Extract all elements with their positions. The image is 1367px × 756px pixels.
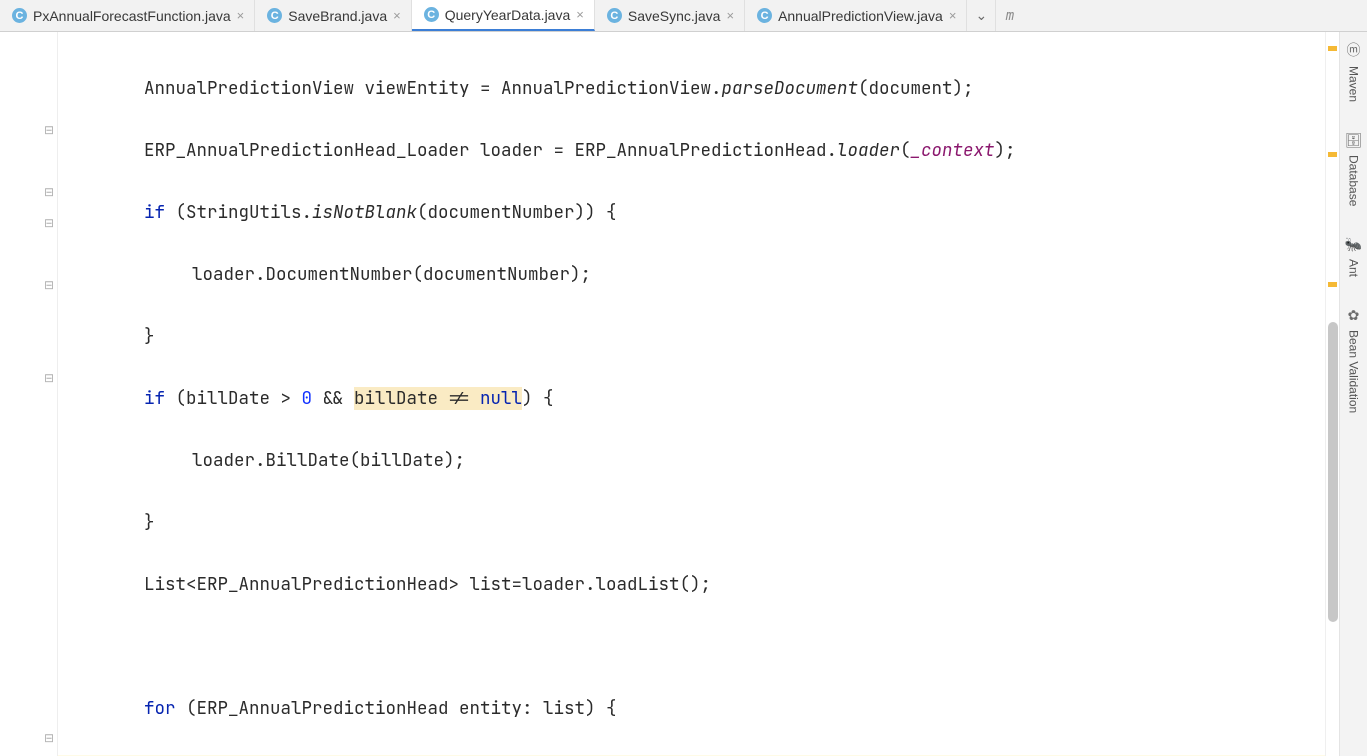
editor-tab[interactable]: C AnnualPredictionView.java × [745, 0, 967, 31]
code-line: } [58, 507, 1325, 538]
bean-icon: ✿ [1348, 307, 1360, 324]
code-line: List<ERP_AnnualPredictionHead> list=load… [58, 569, 1325, 600]
tool-window-maven[interactable]: ⓜ Maven [1347, 36, 1361, 106]
code-line: if (billDate > 0 && billDate != null) { [58, 383, 1325, 414]
code-line: loader.BillDate(billDate); [58, 445, 1325, 476]
java-class-icon: C [607, 8, 622, 23]
code-line: } [58, 321, 1325, 352]
close-icon[interactable]: × [576, 7, 584, 22]
close-icon[interactable]: × [949, 8, 957, 23]
ide-window: C PxAnnualForecastFunction.java × C Save… [0, 0, 1367, 756]
fold-end-icon[interactable]: ⊟ [43, 186, 55, 198]
code-editor[interactable]: AnnualPredictionView viewEntity = Annual… [58, 32, 1325, 756]
next-editor-peek[interactable]: m [995, 0, 1023, 31]
right-tool-rail: ⓜ Maven 🗄 Database 🐜 Ant ✿ Bean Validati… [1339, 32, 1367, 756]
close-icon[interactable]: × [726, 8, 734, 23]
vertical-scrollbar[interactable] [1327, 32, 1339, 756]
code-line: for (ERP_AnnualPredictionHead entity: li… [58, 693, 1325, 724]
fold-toggle-icon[interactable]: ⊟ [43, 124, 55, 136]
fold-end-icon[interactable]: ⊟ [43, 279, 55, 291]
tool-window-ant[interactable]: 🐜 Ant [1345, 232, 1362, 281]
tab-label: PxAnnualForecastFunction.java [33, 8, 231, 24]
editor-tab[interactable]: C PxAnnualForecastFunction.java × [0, 0, 255, 31]
tab-label: SaveBrand.java [288, 8, 387, 24]
database-icon: 🗄 [1345, 132, 1363, 149]
code-content: AnnualPredictionView viewEntity = Annual… [58, 32, 1325, 756]
close-icon[interactable]: × [237, 8, 245, 23]
fold-toggle-icon[interactable]: ⊟ [43, 372, 55, 384]
editor-tab[interactable]: C SaveSync.java × [595, 0, 745, 31]
tab-overflow-button[interactable]: ⌄ [967, 0, 995, 31]
chevron-down-icon: ⌄ [976, 7, 988, 24]
code-line: AnnualPredictionView viewEntity = Annual… [58, 73, 1325, 104]
editor-gutter[interactable]: ⊟ ⊟ ⊟ ⊟ ⊟ ⊟ [0, 32, 58, 756]
tool-window-database[interactable]: 🗄 Database [1345, 128, 1363, 210]
code-line [58, 631, 1325, 662]
editor-body: ⊟ ⊟ ⊟ ⊟ ⊟ ⊟ AnnualPredictionView viewEnt… [0, 32, 1367, 756]
editor-tab-active[interactable]: C QueryYearData.java × [412, 0, 595, 31]
rail-label: Ant [1347, 259, 1361, 277]
tab-label: QueryYearData.java [445, 7, 571, 23]
peek-glyph: m [1006, 8, 1014, 24]
fold-toggle-icon[interactable]: ⊟ [43, 217, 55, 229]
tab-label: SaveSync.java [628, 8, 721, 24]
ant-icon: 🐜 [1345, 236, 1362, 253]
editor-tab[interactable]: C SaveBrand.java × [255, 0, 411, 31]
fold-end-icon[interactable]: ⊟ [43, 732, 55, 744]
tab-label: AnnualPredictionView.java [778, 8, 943, 24]
code-line: if (StringUtils.isNotBlank(documentNumbe… [58, 197, 1325, 228]
rail-label: Bean Validation [1347, 330, 1361, 413]
code-line: ERP_AnnualPredictionHead_Loader loader =… [58, 135, 1325, 166]
java-class-icon: C [424, 7, 439, 22]
editor-marker-bar[interactable] [1325, 32, 1339, 756]
close-icon[interactable]: × [393, 8, 401, 23]
java-class-icon: C [267, 8, 282, 23]
maven-icon: ⓜ [1347, 40, 1361, 60]
java-class-icon: C [12, 8, 27, 23]
scroll-thumb[interactable] [1328, 322, 1338, 622]
editor-tab-bar: C PxAnnualForecastFunction.java × C Save… [0, 0, 1367, 32]
java-class-icon: C [757, 8, 772, 23]
code-line: loader.DocumentNumber(documentNumber); [58, 259, 1325, 290]
rail-label: Database [1347, 155, 1361, 206]
tool-window-bean-validation[interactable]: ✿ Bean Validation [1347, 303, 1361, 417]
rail-label: Maven [1347, 66, 1361, 102]
